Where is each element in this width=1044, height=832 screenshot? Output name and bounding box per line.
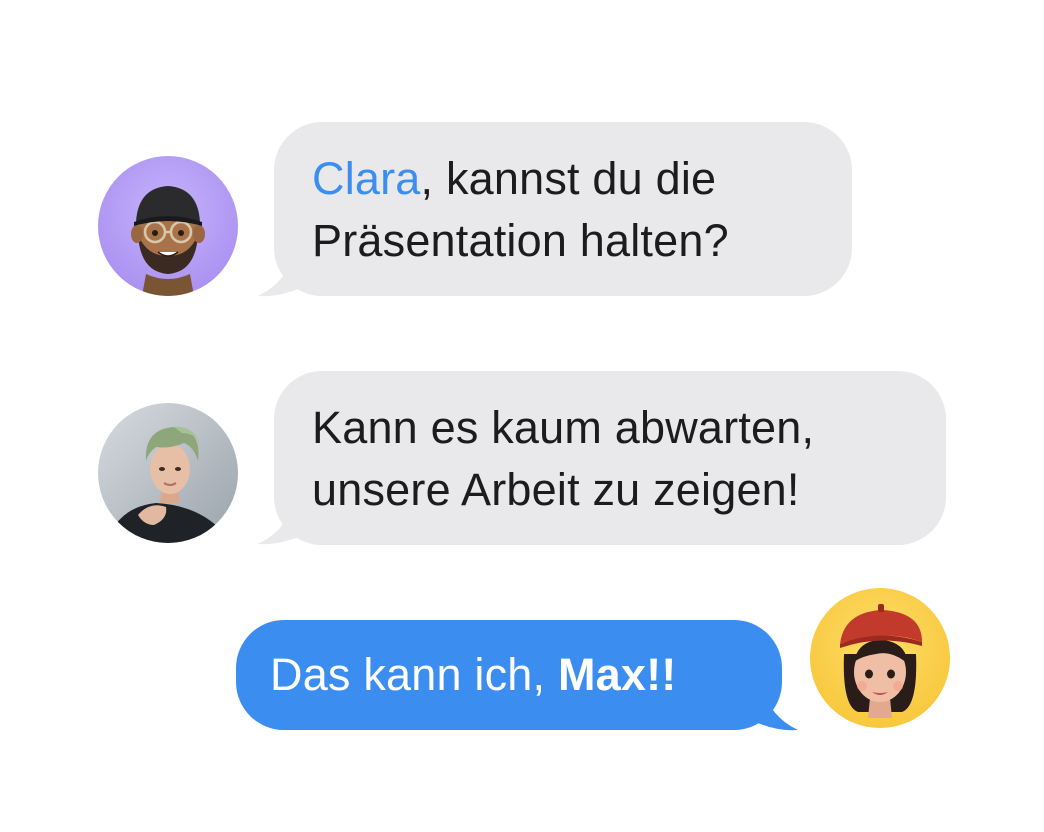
- message-bubble-3: Das kann ich, Max!!: [236, 620, 782, 730]
- mention-max[interactable]: Max!!: [558, 649, 677, 700]
- profile-photo-icon: [98, 403, 238, 543]
- message-bubble-2: Kann es kaum abwarten, unsere Arbeit zu …: [274, 371, 946, 545]
- avatar-memoji-woman: [810, 588, 950, 728]
- memoji-woman-icon: [810, 588, 950, 728]
- avatar-photo-woman: [98, 403, 238, 543]
- avatar-memoji-man: [98, 156, 238, 296]
- message-1-text: , kannst du die: [420, 153, 717, 204]
- mention-clara[interactable]: Clara: [312, 153, 421, 204]
- message-1-line-1: Clara, kannst du die: [312, 148, 814, 210]
- message-3-text: Das kann ich,: [270, 649, 558, 700]
- message-2-line-2: unsere Arbeit zu zeigen!: [312, 464, 800, 515]
- message-bubble-1: Clara, kannst du die Präsentation halten…: [274, 122, 852, 296]
- message-2-line-1: Kann es kaum abwarten,: [312, 402, 815, 453]
- message-1-line-2: Präsentation halten?: [312, 215, 729, 266]
- memoji-man-icon: [98, 156, 238, 296]
- message-3-line-1: Das kann ich, Max!!: [270, 644, 748, 706]
